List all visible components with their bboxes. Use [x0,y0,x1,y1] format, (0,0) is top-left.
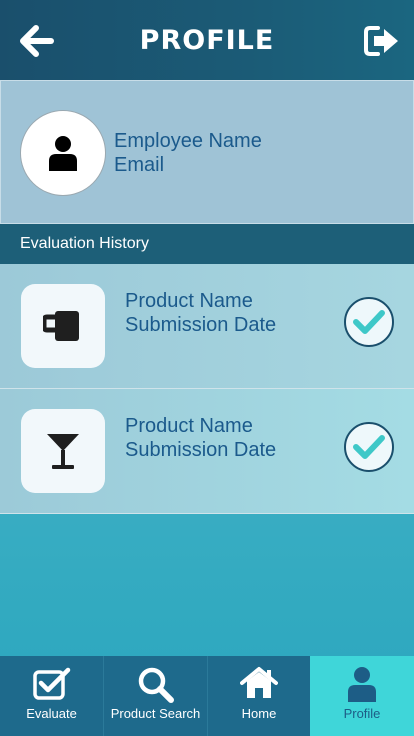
check-icon [353,310,385,334]
avatar[interactable] [20,110,106,196]
list-item[interactable]: Product Name Submission Date [0,389,414,514]
back-arrow-icon[interactable] [20,24,54,58]
product-name: Product Name [125,415,253,437]
status-badge[interactable] [344,297,394,347]
status-badge[interactable] [344,422,394,472]
home-icon [240,667,278,698]
tab-label: Profile [343,706,381,721]
search-icon [138,667,174,703]
checkbox-icon [32,667,70,700]
section-heading: Evaluation History [0,224,414,264]
user-icon [49,136,77,171]
product-name: Product Name [125,290,253,312]
submission-date: Submission Date [125,314,277,336]
profile-card: Employee Name Email [0,80,414,224]
cocktail-glass-icon [47,434,79,469]
employee-email: Email [114,154,165,176]
tab-home[interactable]: Home [208,656,310,736]
logout-icon[interactable] [364,24,400,58]
tab-label: Home [241,706,277,721]
employee-name: Employee Name [114,130,262,152]
submission-date: Submission Date [125,439,277,461]
app-header: PROFILE [0,0,414,80]
bottom-tab-bar: Evaluate Product Search Home Profile [0,656,414,736]
mug-icon [43,311,79,341]
tab-profile[interactable]: Profile [310,656,414,736]
product-thumbnail [21,284,105,368]
tab-evaluate[interactable]: Evaluate [0,656,104,736]
tab-label: Evaluate [26,706,77,721]
list-item[interactable]: Product Name Submission Date [0,264,414,389]
tab-label: Product Search [110,706,201,721]
user-icon [348,667,376,702]
check-icon [353,435,385,459]
tab-product-search[interactable]: Product Search [104,656,208,736]
product-thumbnail [21,409,105,493]
page-title: PROFILE [139,24,275,56]
